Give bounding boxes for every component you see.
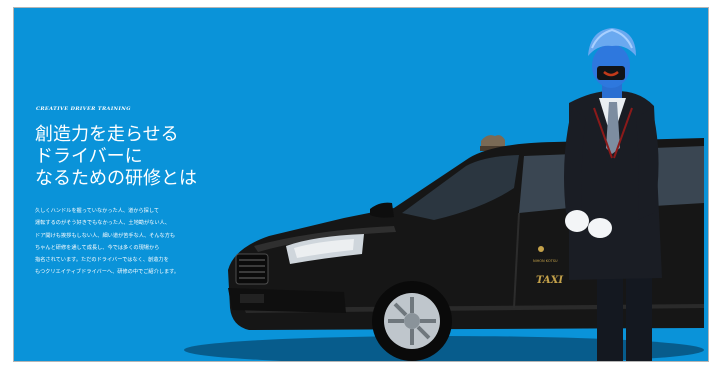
headline-line: なるための研修とは <box>35 168 197 189</box>
taxi-company-label: NIHON KOTSU <box>533 259 558 263</box>
headline-line: ドライバーに <box>35 146 143 167</box>
body-line: 久しくハンドルを握っていなかった人、道から探して <box>35 208 160 214</box>
body-line: ちゃんと研修を通して成長し、今では多くの現場から <box>35 244 160 251</box>
taxi-door-label: TAXI <box>536 275 563 286</box>
body-line: もつクリエイティブドライバーへ、研修の中でご紹介します。 <box>35 269 180 276</box>
hero-banner: NIHON KOTSU TAXI CREATIVE DRIVER TRAININ… <box>13 7 709 362</box>
body-line: ドア開けも挨拶もしない人、細い道が苦手な人、そんな方も <box>35 232 176 239</box>
body-line: 運転するのがそう好きでもなかった人、土地勘がない人、 <box>35 220 170 227</box>
hero-body-text: 久しくハンドルを握っていなかった人、道から探して 運転するのがそう好きでもなかっ… <box>35 205 235 279</box>
body-line: 指名されています。ただのドライバーではなく、創造力を <box>35 257 169 264</box>
headline-line: 創造力を走らせる <box>35 124 179 145</box>
hero-headline: 創造力を走らせる ドライバーに なるための研修とは <box>35 124 275 190</box>
section-kicker: CREATIVE DRIVER TRAINING <box>36 106 131 112</box>
